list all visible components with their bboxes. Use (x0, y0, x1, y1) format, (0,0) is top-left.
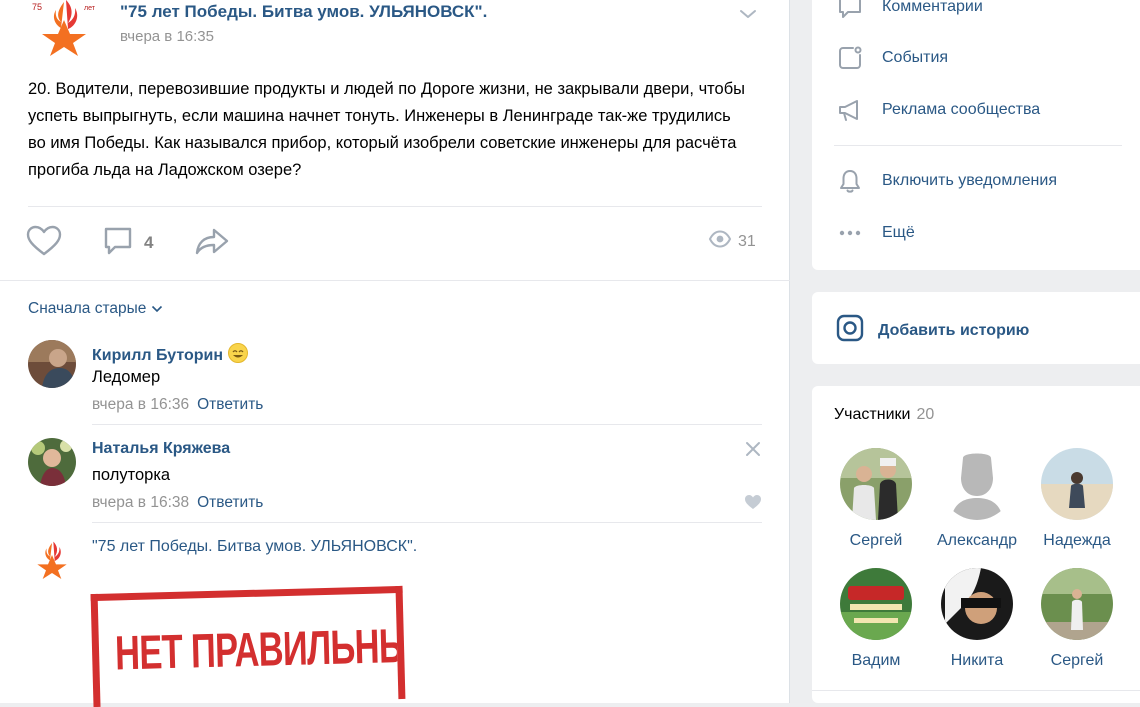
add-story-label: Добавить историю (878, 321, 1030, 339)
menu-item-label: Включить уведомления (882, 172, 1057, 189)
member-item[interactable]: Надежда (1027, 448, 1127, 550)
comment-meta: вчера в 16:38 Ответить (92, 494, 263, 512)
events-icon (836, 44, 864, 72)
menu-item-events[interactable]: События (836, 43, 948, 73)
share-button[interactable] (194, 226, 230, 260)
add-story-card: Добавить историю (812, 292, 1140, 364)
instagram-camera-icon (836, 314, 864, 347)
comment-image-stamp[interactable]: НЕТ ПРАВИЛЬНЫХ (90, 585, 406, 707)
member-item[interactable]: Вадим (826, 568, 926, 670)
comment-author-link[interactable]: "75 лет Победы. Битва умов. УЛЬЯНОВСК". (92, 538, 417, 556)
bell-icon (836, 167, 864, 195)
group-logo[interactable]: 75 лет (28, 0, 100, 56)
avatar[interactable] (28, 438, 76, 486)
avatar[interactable] (28, 340, 76, 388)
menu-item-ads[interactable]: Реклама сообщества (836, 95, 1040, 125)
divider (834, 145, 1122, 146)
comment-author-name: Кирилл Буторин (92, 346, 224, 364)
divider (0, 280, 790, 281)
chevron-down-icon (152, 305, 163, 313)
avatar (840, 448, 912, 520)
divider (92, 424, 762, 425)
stamp-text: НЕТ ПРАВИЛЬНЫХ (114, 619, 406, 681)
member-name: Надежда (1043, 532, 1111, 549)
member-name: Вадим (851, 652, 901, 669)
divider (92, 522, 762, 523)
group-avatar[interactable] (28, 536, 76, 582)
member-name: Сергей (849, 532, 903, 549)
menu-item-label: Комментарии (882, 0, 983, 15)
member-name: Никита (950, 652, 1004, 669)
smile-emoji-icon (227, 342, 249, 369)
menu-item-label: Ещё (882, 224, 915, 241)
comment-author-link[interactable]: Наталья Кряжева (92, 440, 230, 458)
sort-label: Сначала старые (28, 300, 147, 317)
logo-number: 75 (32, 2, 42, 12)
member-item[interactable]: Никита (927, 568, 1027, 670)
avatar (840, 568, 912, 640)
add-story-button[interactable]: Добавить историю (836, 314, 1029, 347)
members-count: 20 (916, 406, 935, 423)
menu-item-notifications[interactable]: Включить уведомления (836, 166, 1057, 196)
menu-item-label: Реклама сообщества (882, 101, 1041, 118)
menu-item-label: События (882, 49, 949, 66)
comment-icon (102, 225, 134, 262)
chevron-down-icon[interactable] (736, 2, 760, 26)
share-icon (194, 225, 230, 262)
views-count: 31 (738, 232, 756, 250)
avatar (941, 568, 1013, 640)
like-button[interactable] (26, 225, 62, 262)
more-icon (836, 219, 864, 247)
comment-text: Ледомер (92, 368, 161, 386)
post-card: 75 лет "75 лет Победы. Битва умов. УЛЬЯН… (0, 0, 790, 707)
members-card: Участники 20 Сергей Александр Надежда Вад… (812, 386, 1140, 703)
members-header[interactable]: Участники 20 (834, 406, 934, 424)
reply-button[interactable]: Ответить (197, 396, 263, 413)
comment-author-name: Наталья Кряжева (92, 440, 231, 457)
heart-icon (26, 225, 62, 262)
menu-item-more[interactable]: Ещё (836, 218, 915, 248)
divider (812, 690, 1140, 691)
avatar (1041, 568, 1113, 640)
members-title: Участники (834, 406, 911, 423)
close-icon[interactable] (744, 440, 762, 458)
post-header: 75 лет "75 лет Победы. Битва умов. УЛЬЯН… (28, 0, 768, 60)
comment-author-link[interactable]: Кирилл Буторин (92, 342, 249, 369)
post-time[interactable]: вчера в 16:35 (120, 28, 214, 45)
comment-like-icon[interactable] (744, 494, 762, 510)
comment-button[interactable]: 4 (102, 226, 153, 260)
avatar (1041, 448, 1113, 520)
group-name-link[interactable]: "75 лет Победы. Битва умов. УЛЬЯНОВСК". (120, 2, 487, 22)
post-text: 20. Водители, перевозившие продукты и лю… (28, 80, 746, 179)
member-name: Сергей (1050, 652, 1104, 669)
comment-meta: вчера в 16:36 Ответить (92, 396, 263, 414)
comments-sort-dropdown[interactable]: Сначала старые (28, 300, 163, 318)
comment-text: полуторка (92, 466, 171, 484)
member-item[interactable]: Сергей (826, 448, 926, 550)
reply-button[interactable]: Ответить (197, 494, 263, 511)
eye-icon (708, 230, 732, 253)
megaphone-icon (836, 96, 864, 124)
comments-icon (836, 0, 864, 21)
member-item[interactable]: Сергей (1027, 568, 1127, 670)
community-menu: Комментарии События Реклама сообщества В… (812, 0, 1140, 270)
comment-time[interactable]: вчера в 16:38 (92, 494, 189, 511)
member-item[interactable]: Александр (927, 448, 1027, 550)
member-name: Александр (936, 532, 1018, 549)
logo-word: лет (84, 5, 96, 12)
menu-item-comments[interactable]: Комментарии (836, 0, 983, 22)
comment-time[interactable]: вчера в 16:36 (92, 396, 189, 413)
default-avatar-icon (941, 448, 1013, 520)
views-counter: 31 (708, 230, 756, 253)
comment-count: 4 (144, 233, 154, 252)
divider (28, 206, 762, 207)
